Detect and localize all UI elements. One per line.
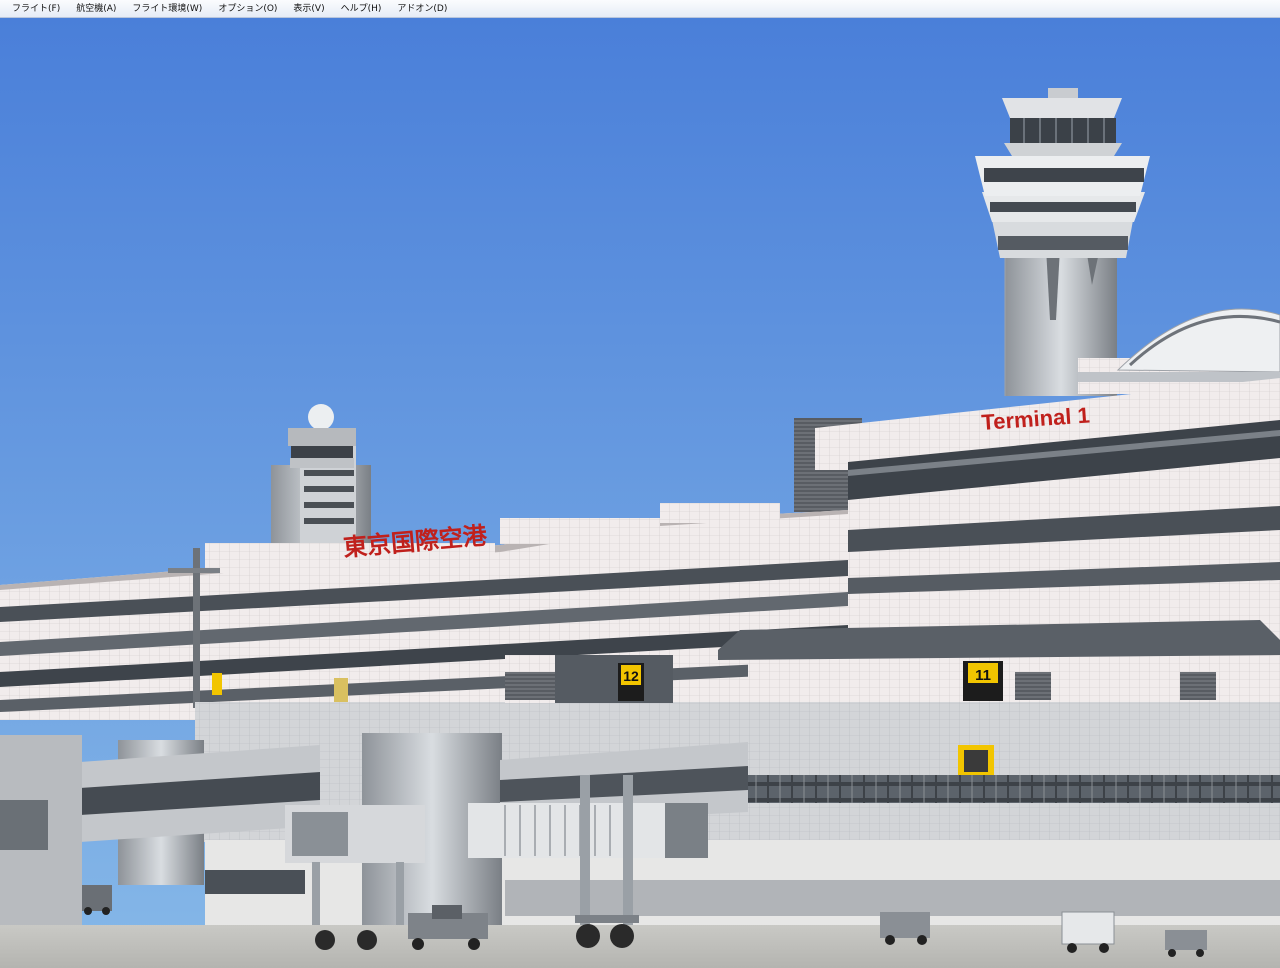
gate-marker (334, 678, 348, 702)
menu-addons[interactable]: アドオン(D) (389, 0, 455, 18)
gate-sign-12: 12 (618, 663, 644, 701)
menu-views[interactable]: 表示(V) (285, 0, 332, 18)
menu-options[interactable]: オプション(O) (210, 0, 285, 18)
gate-marker (212, 673, 222, 695)
flight-sim-viewport[interactable]: Terminal 1 東京国際空港 12 11 (0, 18, 1280, 968)
menu-bar: フライト(F) 航空機(A) フライト環境(W) オプション(O) 表示(V) … (0, 0, 1280, 18)
menu-world[interactable]: フライト環境(W) (124, 0, 210, 18)
jet-bridge-far-left (0, 735, 82, 925)
menu-flight[interactable]: フライト(F) (4, 0, 68, 18)
menu-help[interactable]: ヘルプ(H) (333, 0, 390, 18)
ground-vehicle (82, 885, 112, 915)
svg-text:11: 11 (975, 667, 991, 684)
gate-sign-11: 11 (963, 661, 1003, 701)
menu-aircraft[interactable]: 航空機(A) (68, 0, 124, 18)
gate-marker (964, 750, 988, 772)
svg-text:12: 12 (623, 668, 639, 684)
